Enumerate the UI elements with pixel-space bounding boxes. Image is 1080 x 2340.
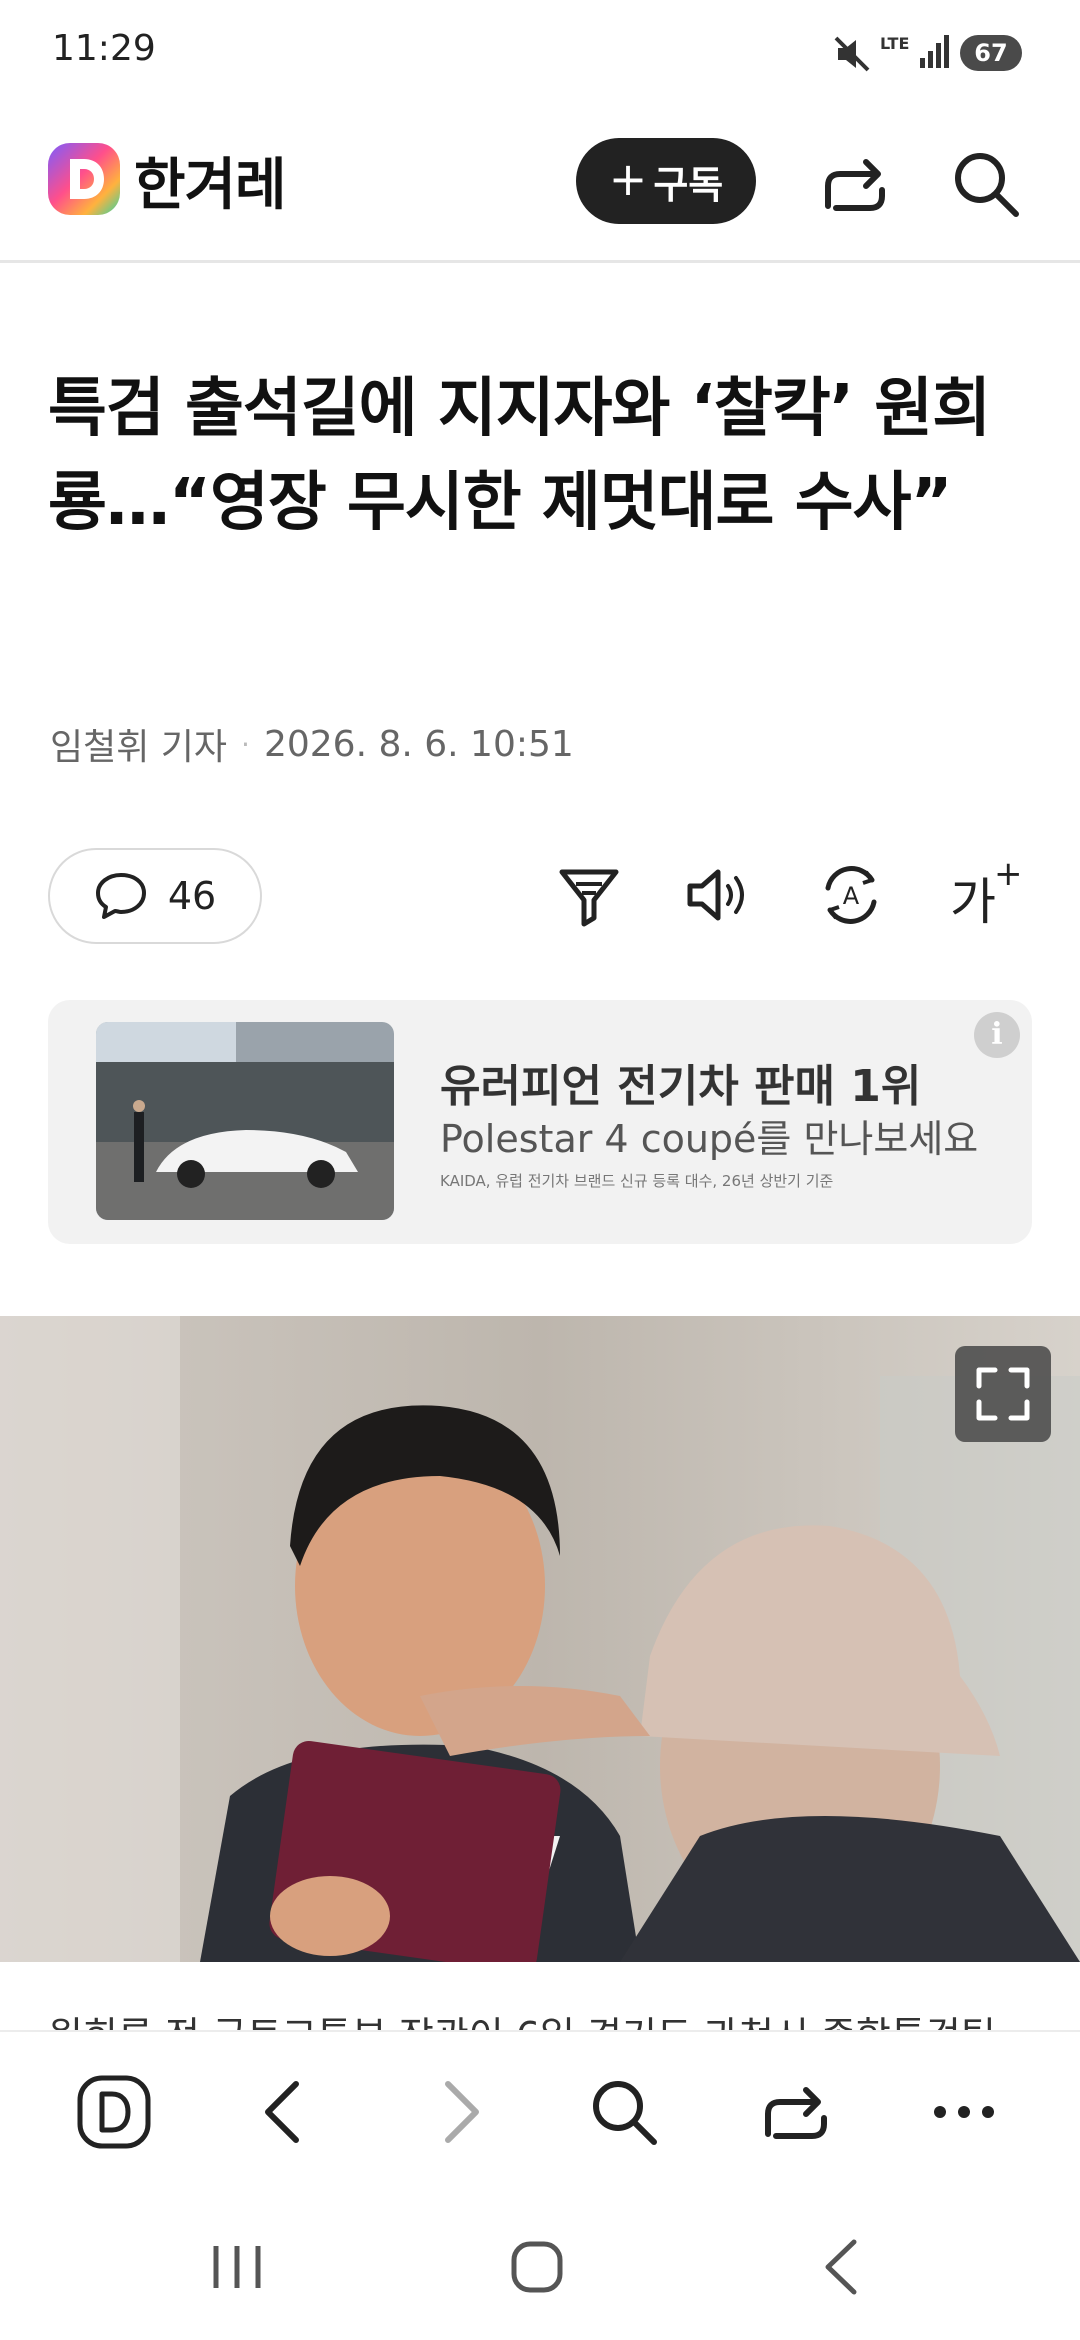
comment-count: 46 bbox=[167, 874, 217, 918]
share-icon[interactable] bbox=[820, 150, 890, 216]
speaker-icon[interactable] bbox=[684, 862, 750, 928]
ad-car-image[interactable] bbox=[96, 1022, 394, 1220]
info-icon[interactable]: i bbox=[974, 1012, 1020, 1058]
auto-translate-icon[interactable]: A bbox=[818, 862, 884, 928]
plus-icon: + bbox=[994, 854, 1023, 894]
back-icon[interactable] bbox=[808, 2232, 878, 2302]
home-d-icon[interactable] bbox=[74, 2072, 154, 2152]
more-icon[interactable] bbox=[924, 2072, 1004, 2152]
font-size-label: 가 bbox=[950, 873, 996, 931]
svg-text:A: A bbox=[843, 882, 860, 910]
subscribe-button[interactable]: + 구독 bbox=[576, 138, 756, 224]
separator-dot: · bbox=[241, 727, 250, 761]
search-icon[interactable] bbox=[950, 148, 1022, 220]
comment-button[interactable]: 46 bbox=[48, 848, 262, 944]
mute-icon bbox=[834, 36, 870, 72]
article-headline: 특검 출석길에 지지자와 ‘찰칵’ 원희룡…“영장 무시한 제멋대로 수사” bbox=[48, 372, 991, 540]
back-icon[interactable] bbox=[246, 2072, 326, 2152]
subscribe-label: 구독 bbox=[653, 162, 724, 207]
author-name[interactable]: 임철휘 기자 bbox=[50, 718, 227, 770]
brand-name[interactable]: 한겨레 bbox=[134, 140, 287, 221]
hani-logo-icon[interactable] bbox=[48, 143, 120, 215]
battery-indicator: 67 bbox=[960, 35, 1022, 71]
plus-icon: + bbox=[608, 152, 648, 206]
ad-subtitle[interactable]: Polestar 4 coupé를 만나보세요 bbox=[440, 1108, 978, 1163]
publish-date: 2026. 8. 6. 10:51 bbox=[263, 723, 574, 765]
article-photo[interactable] bbox=[0, 1316, 1080, 1962]
recents-icon[interactable] bbox=[202, 2232, 272, 2302]
filter-icon[interactable] bbox=[556, 862, 622, 928]
byline: 임철휘 기자 · 2026. 8. 6. 10:51 bbox=[50, 718, 574, 770]
forward-icon[interactable] bbox=[418, 2072, 498, 2152]
ad-title[interactable]: 유러피언 전기차 판매 1위 bbox=[440, 1050, 921, 1114]
signal-icon bbox=[920, 35, 949, 68]
share-icon[interactable] bbox=[756, 2072, 836, 2152]
fullscreen-icon[interactable] bbox=[955, 1346, 1051, 1442]
font-size-button[interactable]: 가 + bbox=[950, 854, 1023, 931]
lte-label: LTE bbox=[880, 34, 910, 53]
search-icon[interactable] bbox=[584, 2072, 664, 2152]
comment-icon bbox=[95, 873, 146, 919]
status-time: 11:29 bbox=[52, 28, 156, 69]
bottom-navigation bbox=[0, 2030, 1080, 2192]
home-icon[interactable] bbox=[502, 2232, 572, 2302]
ad-disclaimer: KAIDA, 유럽 전기차 브랜드 신규 등록 대수, 26년 상반기 기준 bbox=[440, 1172, 834, 1190]
